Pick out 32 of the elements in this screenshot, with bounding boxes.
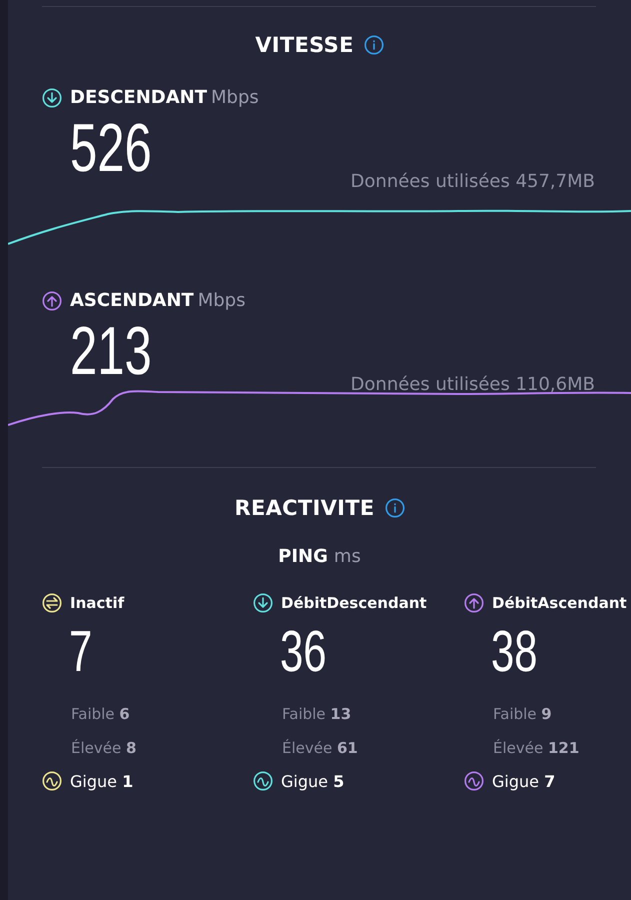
low-ping-text: Faible 9 bbox=[493, 705, 553, 723]
data-used-text: Données utilisées 110,6MB bbox=[350, 374, 595, 395]
high-ping-text: Élevée 8 bbox=[71, 739, 138, 757]
jitter-text: Gigue 1 bbox=[70, 772, 134, 790]
ping-type-label: DébitAscendant bbox=[492, 594, 627, 612]
low-ping-text: Faible 13 bbox=[282, 705, 352, 723]
speed-value: 213 bbox=[70, 317, 152, 385]
unit-label: Mbps bbox=[198, 290, 246, 311]
section-title: VITESSE bbox=[255, 33, 354, 57]
unit-label: ms bbox=[334, 546, 361, 567]
ping-label: PING bbox=[278, 546, 328, 567]
high-ping-text: Élevée 121 bbox=[493, 739, 580, 757]
jitter-text: Gigue 7 bbox=[492, 772, 556, 790]
low-ping-text: Faible 6 bbox=[71, 705, 131, 723]
high-ping-text: Élevée 61 bbox=[282, 739, 359, 757]
wave-icon bbox=[42, 771, 62, 791]
ping-value: 36 bbox=[280, 623, 326, 681]
ping-value: 38 bbox=[491, 623, 538, 681]
wave-icon bbox=[253, 771, 273, 791]
ping-type-label: DébitDescendant bbox=[281, 594, 427, 612]
data-used-text: Données utilisées 457,7MB bbox=[350, 171, 595, 192]
info-icon[interactable] bbox=[384, 498, 405, 518]
unit-label: Mbps bbox=[211, 87, 259, 108]
metric-label: DESCENDANT bbox=[70, 87, 207, 108]
metric-label: ASCENDANT bbox=[70, 290, 194, 311]
ping-value: 7 bbox=[69, 623, 92, 681]
info-icon[interactable] bbox=[364, 35, 384, 55]
section-title: REACTIVITE bbox=[234, 496, 375, 520]
speed-value: 526 bbox=[70, 114, 152, 182]
wave-icon bbox=[464, 771, 484, 791]
jitter-text: Gigue 5 bbox=[281, 772, 344, 790]
ping-type-label: Inactif bbox=[70, 594, 124, 612]
